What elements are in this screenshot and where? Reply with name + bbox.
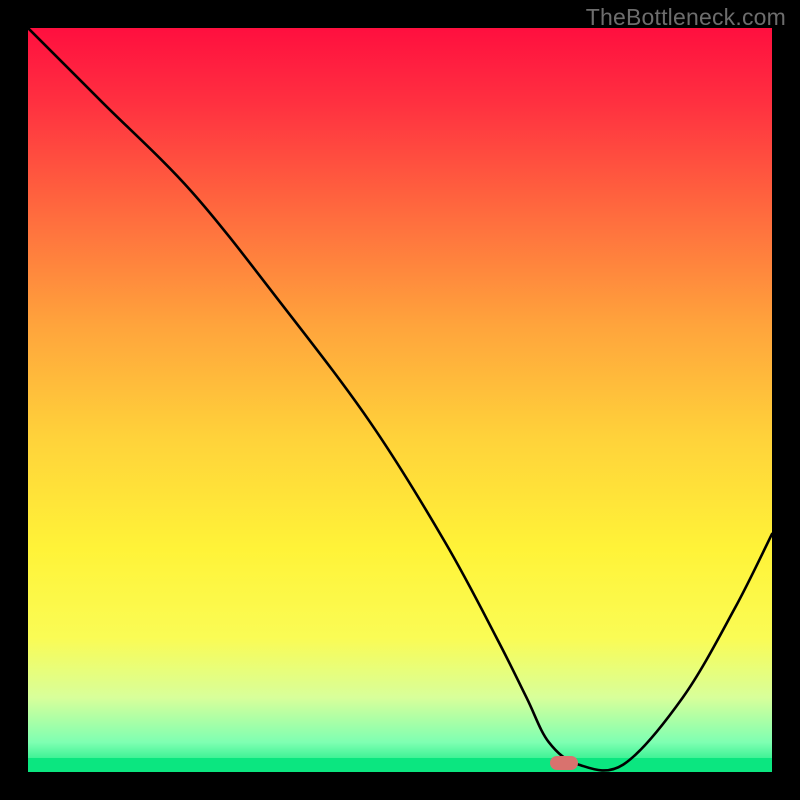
curve-path [28, 28, 772, 770]
chart-frame: TheBottleneck.com [0, 0, 800, 800]
plot-area [28, 28, 772, 772]
watermark-text: TheBottleneck.com [586, 4, 786, 31]
optimal-marker [550, 756, 578, 770]
bottleneck-curve [28, 28, 772, 772]
